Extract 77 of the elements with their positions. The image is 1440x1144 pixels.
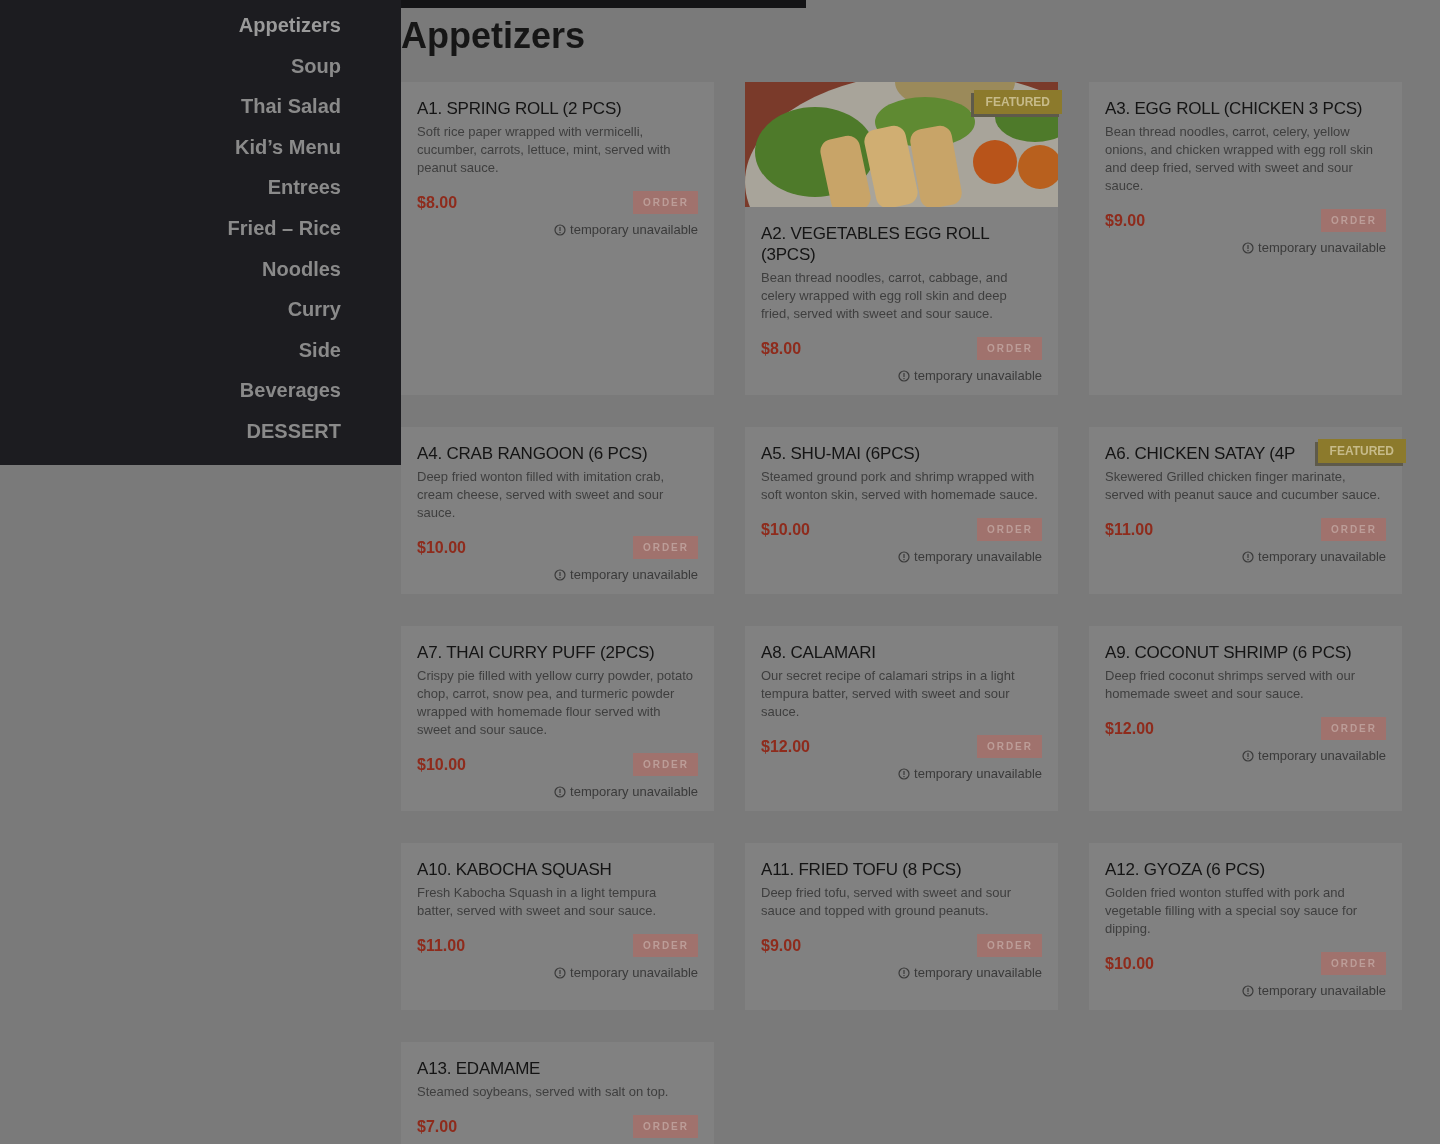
info-icon <box>898 550 911 563</box>
item-price: $11.00 <box>417 936 466 955</box>
item-price: $7.00 <box>417 1117 458 1136</box>
item-price: $10.00 <box>761 520 810 539</box>
item-title: A3. EGG ROLL (CHICKEN 3 PCS) <box>1105 98 1363 119</box>
item-price: $9.00 <box>761 936 802 955</box>
featured-badge: FEATURED <box>973 90 1062 114</box>
item-price: $8.00 <box>761 339 802 358</box>
availability-note: temporary unavailable <box>570 965 698 980</box>
item-price: $9.00 <box>1105 211 1146 230</box>
info-icon <box>1242 984 1255 997</box>
item-price: $10.00 <box>417 538 466 557</box>
item-description: Bean thread noodles, carrot, celery, yellow onions, and chicken wrapped with egg roll skin and deep fried, served with sweet and sour sauce. <box>1105 123 1375 195</box>
info-icon <box>1242 749 1255 762</box>
item-description: Deep fried tofu, served with sweet and sour sauce and topped with ground peanuts. <box>761 884 1013 920</box>
section-title: Appetizers <box>401 16 587 56</box>
item-description: Soft rice paper wrapped with vermicelli, cucumber, carrots, lettuce, mint, served with peanut sauce. <box>417 123 672 177</box>
category-link[interactable]: Entrees <box>267 174 341 201</box>
item-title: A7. THAI CURRY PUFF (2PCS) <box>417 642 655 663</box>
item-price: $10.00 <box>417 755 466 774</box>
info-icon <box>898 767 911 780</box>
availability-note: temporary unavailable <box>1258 240 1386 255</box>
item-price: $8.00 <box>417 193 458 212</box>
availability-note: temporary unavailable <box>570 567 698 582</box>
availability-note: temporary unavailable <box>570 784 698 799</box>
availability-note: temporary unavailable <box>914 549 1042 564</box>
item-title: A9. COCONUT SHRIMP (6 PCS) <box>1105 642 1352 663</box>
category-link[interactable]: Thai Salad <box>240 93 341 120</box>
info-icon <box>898 966 911 979</box>
info-icon <box>1242 241 1255 254</box>
category-link[interactable]: Side <box>298 336 341 364</box>
item-title: A6. CHICKEN SATAY (4P <box>1105 443 1296 464</box>
item-price: $11.00 <box>1105 520 1154 539</box>
availability-note: temporary unavailable <box>914 766 1042 781</box>
item-title: A4. CRAB RANGOON (6 PCS) <box>417 443 648 464</box>
item-price: $12.00 <box>1105 719 1154 738</box>
item-title: A11. FRIED TOFU (8 PCS) <box>761 859 962 880</box>
featured-badge: FEATURED <box>1317 439 1406 463</box>
info-icon <box>898 369 911 382</box>
item-description: Steamed ground pork and shrimp wrapped with soft wonton skin, served with homemade sauce. <box>761 468 1039 504</box>
item-title: A12. GYOZA (6 PCS) <box>1105 859 1265 880</box>
category-link[interactable]: Beverages <box>239 377 341 404</box>
info-icon <box>1242 550 1255 563</box>
availability-note: temporary unavailable <box>914 368 1042 383</box>
item-description: Skewered Grilled chicken finger marinate, served with peanut sauce and cucumber sauce. <box>1105 468 1382 504</box>
item-title: A5. SHU-MAI (6PCS) <box>761 443 920 464</box>
info-icon <box>554 966 567 979</box>
category-link[interactable]: Kid’s Menu <box>235 133 341 161</box>
item-price: $12.00 <box>761 737 810 756</box>
category-link[interactable]: Appetizers <box>238 12 341 39</box>
availability-note: temporary unavailable <box>570 222 698 237</box>
info-icon <box>554 785 567 798</box>
item-description: Crispy pie filled with yellow curry powder, potato chop, carrot, snow pea, and turmeric powder wrapped with homemade flour served with sweet and sour sauce. <box>417 667 694 739</box>
category-link[interactable]: Noodles <box>262 255 341 283</box>
category-link[interactable]: Fried – Rice <box>227 214 341 242</box>
item-description: Bean thread noodles, carrot, cabbage, and celery wrapped with egg roll skin and deep fried, served with sweet and sour sauce. <box>761 269 1009 323</box>
availability-note: temporary unavailable <box>1258 983 1386 998</box>
item-title: A10. KABOCHA SQUASH <box>417 859 612 880</box>
item-title: A8. CALAMARI <box>761 642 876 663</box>
item-title: A1. SPRING ROLL (2 PCS) <box>417 98 622 119</box>
category-link[interactable]: DESSERT <box>246 417 341 445</box>
availability-note: temporary unavailable <box>1258 748 1386 763</box>
category-link[interactable]: Soup <box>291 52 341 80</box>
item-description: Our secret recipe of calamari strips in a light tempura batter, served with sweet and sour sauce. <box>761 667 1016 721</box>
item-title: A13. EDAMAME <box>417 1058 541 1079</box>
item-title: A2. VEGETABLES EGG ROLL (3PCS) <box>761 223 990 265</box>
category-link[interactable]: Curry <box>287 296 341 323</box>
info-icon <box>554 568 567 581</box>
item-price: $10.00 <box>1105 954 1154 973</box>
item-description: Deep fried wonton filled with imitation crab, cream cheese, served with sweet and sour sauce. <box>417 468 666 522</box>
item-description: Steamed soybeans, served with salt on top. <box>417 1083 670 1101</box>
item-description: Fresh Kabocha Squash in a light tempura batter, served with sweet and sour sauce. <box>417 884 658 920</box>
item-description: Golden fried wonton stuffed with pork and vegetable filling with a special soy sauce for dipping. <box>1105 884 1359 938</box>
availability-note: temporary unavailable <box>1258 549 1386 564</box>
availability-note: temporary unavailable <box>914 965 1042 980</box>
info-icon <box>554 223 567 236</box>
item-description: Deep fried coconut shrimps served with our homemade sweet and sour sauce. <box>1105 667 1356 703</box>
